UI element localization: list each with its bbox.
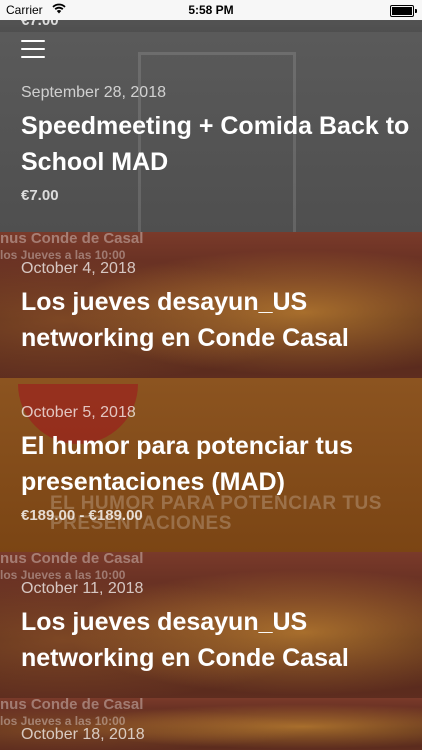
venue-banner: nus Conde de Casal xyxy=(0,232,144,247)
event-date: October 4, 2018 xyxy=(21,260,136,277)
event-title: El humor para potenciar tus presentacion… xyxy=(21,432,354,496)
event-card-4[interactable]: nus Conde de Casal los Jueves a las 10:0… xyxy=(0,552,422,698)
event-date: October 5, 2018 xyxy=(21,404,136,421)
event-date: September 28, 2018 xyxy=(21,84,166,101)
event-card-3[interactable]: EL HUMOR PARA POTENCIAR TUS PRESENTACION… xyxy=(0,378,422,552)
battery-icon xyxy=(390,5,417,17)
venue-banner: nus Conde de Casal xyxy=(0,698,144,713)
status-time: 5:58 PM xyxy=(188,3,234,17)
event-title: Speedmeeting + Comida Back to School MAD xyxy=(21,112,410,176)
menu-icon[interactable] xyxy=(21,40,45,60)
event-price: €7.00 xyxy=(21,187,59,204)
event-card-2[interactable]: nus Conde de Casal los Jueves a las 10:0… xyxy=(0,232,422,378)
venue-banner: nus Conde de Casal xyxy=(0,552,144,567)
event-price: €189.00 - €189.00 xyxy=(21,507,143,524)
event-date: October 11, 2018 xyxy=(21,580,144,597)
event-card-1[interactable]: September 28, 2018 Speedmeeting + Comida… xyxy=(0,32,422,232)
status-bar: Carrier 5:58 PM xyxy=(0,0,422,20)
event-title: Los jueves desayun_US networking en Cond… xyxy=(21,608,349,672)
event-date: October 18, 2018 xyxy=(21,726,145,743)
event-card-5[interactable]: nus Conde de Casal los Jueves a las 10:0… xyxy=(0,698,422,750)
event-title: Los jueves desayun_US networking en Cond… xyxy=(21,288,349,352)
